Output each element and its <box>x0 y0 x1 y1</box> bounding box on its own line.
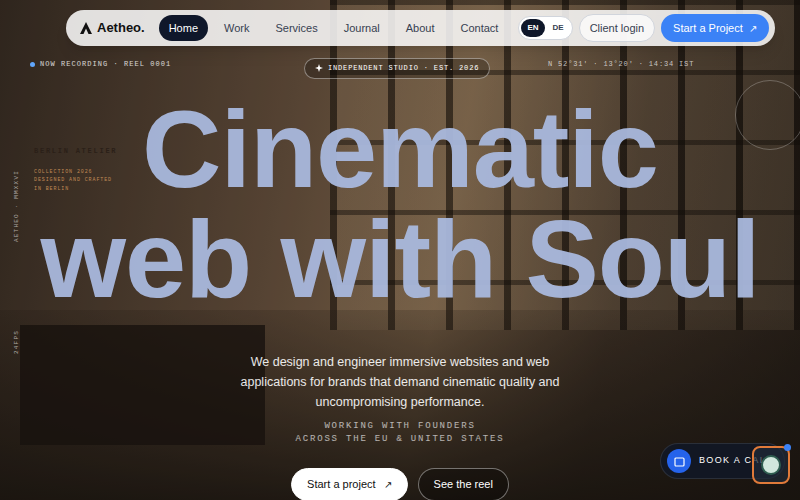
chat-widget-icon[interactable] <box>752 446 790 484</box>
atelier-line: IN BERLIN <box>34 186 117 193</box>
cta-label: Start a Project <box>673 20 743 37</box>
arrow-icon: ↗ <box>749 21 757 36</box>
language-option[interactable]: EN <box>521 19 544 37</box>
language-option[interactable]: DE <box>547 19 570 37</box>
calendar-glyph-icon <box>674 456 685 467</box>
status-dot-icon <box>30 62 35 67</box>
headline-line: Cinematic <box>40 94 759 204</box>
atelier-line: DESIGNED AND CRAFTED <box>34 177 117 184</box>
hero-description: We design and engineer immersive website… <box>235 352 565 412</box>
status-text: NOW RECORDING · REEL 0001 <box>40 59 171 70</box>
arrow-icon: ↗ <box>384 477 392 492</box>
hero-buttons: Start a project ↗ See the reel <box>291 468 509 500</box>
atelier-title: BERLIN ATELIER <box>34 146 117 157</box>
nav-link[interactable]: Work <box>214 15 259 42</box>
tagline-line: ACROSS THE EU & UNITED STATES <box>296 433 505 446</box>
secondary-button[interactable]: See the reel <box>418 468 509 500</box>
atelier-block: BERLIN ATELIER COLLECTION 2026DESIGNED AN… <box>34 146 117 192</box>
badge-text: INDEPENDENT STUDIO · EST. 2026 <box>328 63 479 74</box>
primary-button[interactable]: Start a project ↗ <box>291 468 407 500</box>
recording-status: NOW RECORDING · REEL 0001 <box>30 59 171 70</box>
headline: Cinematicweb with Soul <box>40 94 759 314</box>
navbar: Aetheo. HomeWorkServices JournalAboutConta… <box>66 10 775 46</box>
nav-link[interactable]: Services <box>265 15 327 42</box>
deco-circle <box>735 80 800 150</box>
language-toggle: ENDE <box>518 16 572 40</box>
button-label: See the reel <box>434 476 493 493</box>
side-label: AETHEO · MMXXVI <box>12 170 21 242</box>
nav-link[interactable]: About <box>396 15 445 42</box>
studio-badge: INDEPENDENT STUDIO · EST. 2026 <box>304 58 490 79</box>
coordinates-label: N 52°31′ · 13°20′ · 14:34 IST <box>548 59 694 70</box>
atelier-line: COLLECTION 2026 <box>34 169 117 176</box>
logo[interactable]: Aetheo. <box>80 18 145 38</box>
logo-text: Aetheo. <box>97 18 145 38</box>
fps-label: 24FPS <box>12 330 21 354</box>
logo-icon <box>80 22 92 34</box>
chat-face-icon <box>759 453 783 477</box>
nav-link[interactable]: Journal <box>334 15 390 42</box>
client-login-button[interactable]: Client login <box>579 14 655 43</box>
button-label: Start a project <box>307 476 375 493</box>
nav-link[interactable]: Home <box>159 15 208 42</box>
tagline: WORKING WITH FOUNDERSACROSS THE EU & UNI… <box>296 420 505 446</box>
sparkle-icon <box>315 64 323 72</box>
nav-link[interactable]: Contact <box>451 15 509 42</box>
headline-line: web with Soul <box>40 204 759 314</box>
start-project-button[interactable]: Start a Project ↗ <box>661 14 769 43</box>
calendar-icon <box>667 449 691 473</box>
tagline-line: WORKING WITH FOUNDERS <box>324 420 475 433</box>
notification-dot-icon <box>784 444 791 451</box>
